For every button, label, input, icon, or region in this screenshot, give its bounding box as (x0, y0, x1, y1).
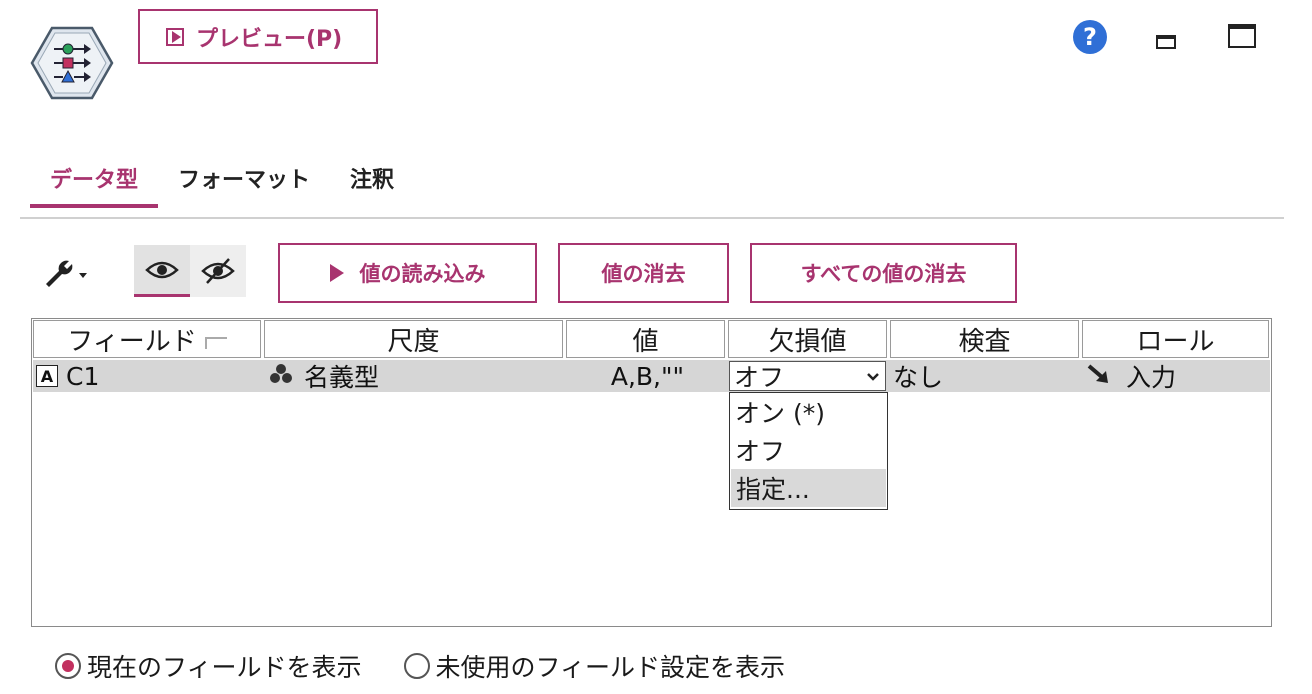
play-icon (329, 264, 344, 282)
preview-label: プレビュー(P) (196, 26, 343, 52)
help-glyph: ? (1083, 23, 1097, 51)
show-unused-label[interactable]: 未使用のフィールド設定を表示 (436, 648, 786, 684)
check-cell[interactable]: なし (893, 360, 943, 392)
show-current-label[interactable]: 現在のフィールドを表示 (87, 648, 362, 684)
field-name: C1 (66, 361, 100, 391)
nominal-measure-icon (268, 362, 294, 391)
minimize-icon[interactable] (1156, 35, 1176, 49)
input-role-arrow-icon (1086, 362, 1112, 391)
preview-button[interactable]: プレビュー(P) (138, 9, 378, 64)
column-header-field-label: フィールド (67, 326, 197, 357)
column-header-check[interactable]: 検査 (890, 320, 1079, 358)
show-fields-eye-icon[interactable] (134, 245, 190, 297)
tab-annotations[interactable]: 注釈 (330, 150, 414, 208)
hide-fields-eye-icon[interactable] (190, 245, 246, 297)
string-type-icon: A (36, 365, 58, 387)
type-node-icon (30, 25, 114, 101)
measure-cell[interactable]: 名義型 (268, 360, 379, 392)
role-cell[interactable]: 入力 (1086, 360, 1176, 392)
dropdown-option-specify[interactable]: 指定... (731, 469, 886, 507)
tab-data-type[interactable]: データ型 (30, 150, 159, 208)
column-header-field[interactable]: フィールド (33, 320, 261, 358)
clear-all-values-label: すべての値の消去 (800, 262, 967, 286)
missing-selected-value: オフ (734, 363, 785, 392)
column-header-values-label: 値 (632, 326, 659, 357)
check-value: なし (893, 363, 944, 392)
maximize-icon[interactable] (1228, 24, 1256, 48)
column-header-role[interactable]: ロール (1082, 320, 1269, 358)
wrench-menu-icon[interactable] (42, 256, 90, 290)
column-header-missing-label: 欠損値 (768, 326, 847, 357)
tab-divider (20, 217, 1284, 219)
missing-values-dropdown-list: オン (*) オフ 指定... (729, 392, 888, 510)
tab-format[interactable]: フォーマット (158, 150, 330, 208)
values-value: A,B,"" (610, 361, 684, 391)
sort-indicator-icon (204, 337, 227, 349)
show-unused-radio[interactable] (403, 653, 430, 679)
column-header-values[interactable]: 値 (566, 320, 725, 358)
dropdown-option-off[interactable]: オフ (730, 431, 887, 469)
clear-all-values-button[interactable]: すべての値の消去 (750, 243, 1017, 303)
read-values-label: 値の読み込み (359, 262, 486, 286)
clear-values-label: 値の消去 (601, 262, 686, 286)
column-header-missing[interactable]: 欠損値 (728, 320, 887, 358)
chevron-down-icon (867, 370, 879, 386)
tab-bar: データ型 フォーマット 注釈 (30, 150, 414, 220)
clear-values-button[interactable]: 値の消去 (558, 243, 729, 303)
column-header-measure[interactable]: 尺度 (264, 320, 563, 358)
values-cell[interactable]: A,B,"" (566, 360, 684, 392)
play-icon (166, 27, 184, 46)
dropdown-option-on[interactable]: オン (*) (730, 393, 887, 431)
read-values-button[interactable]: 値の読み込み (278, 243, 537, 303)
role-value: 入力 (1126, 363, 1177, 392)
column-header-role-label: ロール (1136, 326, 1215, 357)
show-current-radio[interactable] (55, 653, 81, 679)
column-header-measure-label: 尺度 (387, 326, 440, 357)
column-header-check-label: 検査 (958, 326, 1011, 357)
field-cell[interactable]: A C1 (36, 360, 99, 392)
measure-value: 名義型 (304, 363, 380, 392)
view-options-group: 現在のフィールドを表示 未使用のフィールド設定を表示 (55, 648, 785, 684)
help-icon[interactable]: ? (1073, 20, 1107, 54)
missing-values-select[interactable]: オフ (729, 361, 886, 392)
